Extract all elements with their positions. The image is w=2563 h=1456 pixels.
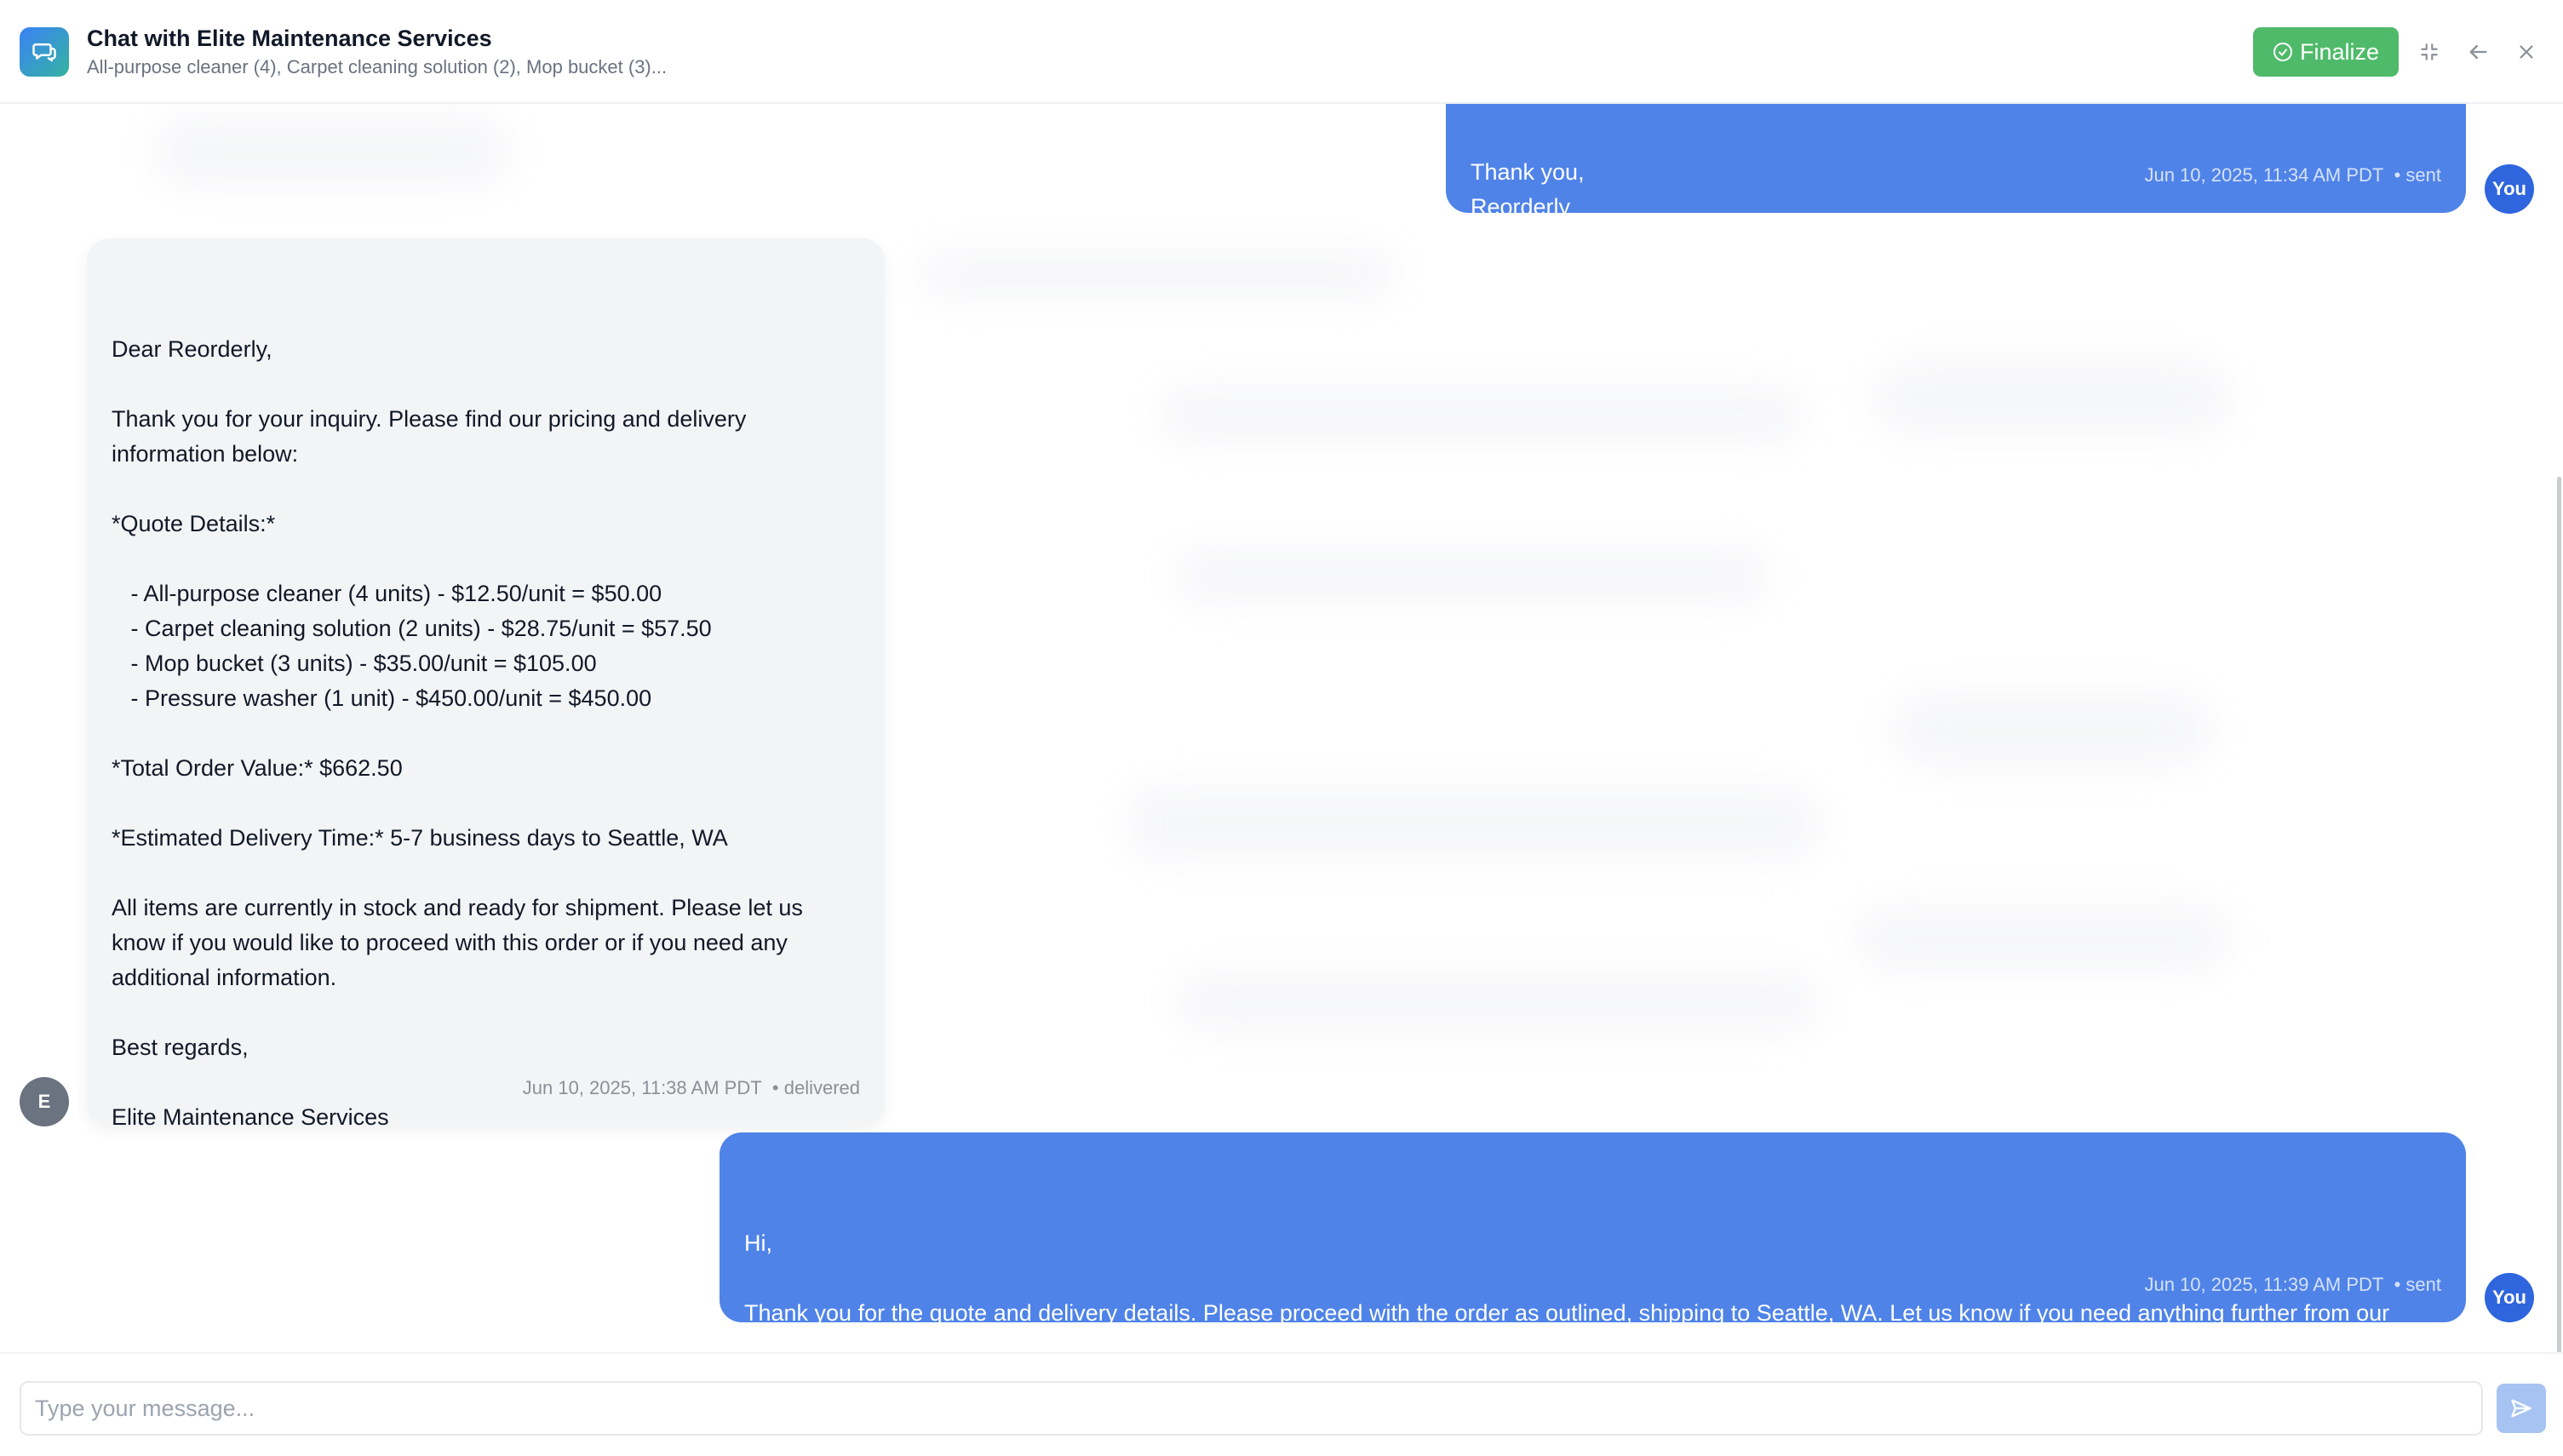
message-meta: Jun 10, 2025, 11:39 AM PDT • sent bbox=[2144, 1267, 2441, 1302]
finalize-label: Finalize bbox=[2299, 38, 2380, 65]
composer bbox=[0, 1352, 2563, 1456]
chat-header: Chat with Elite Maintenance Services All… bbox=[0, 0, 2563, 104]
message-status: • delivered bbox=[771, 1077, 860, 1098]
message-text: Dear Reorderly, Thank you for your inqui… bbox=[112, 336, 803, 1126]
message-meta: Jun 10, 2025, 11:34 AM PDT • sent bbox=[2144, 158, 2441, 192]
background-blur bbox=[1856, 904, 2231, 972]
close-icon[interactable] bbox=[2511, 37, 2542, 67]
scrollbar-thumb[interactable] bbox=[2557, 477, 2561, 1354]
message-list[interactable]: Thank you, Reorderly Jun 10, 2025, 11:34… bbox=[0, 104, 2563, 1352]
chat-subtitle: All-purpose cleaner (4), Carpet cleaning… bbox=[87, 56, 668, 77]
back-arrow-icon[interactable] bbox=[2463, 37, 2493, 67]
background-blur bbox=[1124, 785, 1822, 862]
avatar: You bbox=[2485, 1273, 2534, 1322]
background-blur bbox=[1890, 691, 2214, 768]
message-input[interactable] bbox=[20, 1381, 2483, 1436]
message-status: • sent bbox=[2394, 164, 2441, 186]
background-blur bbox=[1873, 359, 2231, 436]
message-status: • sent bbox=[2394, 1274, 2441, 1295]
background-blur bbox=[1158, 385, 1805, 444]
chat-window: Chat with Elite Maintenance Services All… bbox=[0, 0, 2563, 1456]
minimize-icon[interactable] bbox=[2414, 37, 2445, 67]
avatar: You bbox=[2485, 164, 2534, 214]
send-icon bbox=[2509, 1396, 2533, 1420]
background-blur bbox=[1175, 972, 1822, 1032]
message-timestamp: Jun 10, 2025, 11:34 AM PDT bbox=[2144, 164, 2384, 186]
check-circle-icon bbox=[2273, 42, 2293, 62]
message-bubble-received: Dear Reorderly, Thank you for your inqui… bbox=[87, 238, 885, 1126]
message-timestamp: Jun 10, 2025, 11:38 AM PDT bbox=[522, 1077, 762, 1098]
send-button[interactable] bbox=[2497, 1384, 2546, 1433]
background-blur bbox=[920, 249, 1396, 300]
message-bubble-sent: Hi, Thank you for the quote and delivery… bbox=[720, 1132, 2466, 1322]
background-blur bbox=[153, 112, 511, 189]
avatar: E bbox=[20, 1077, 69, 1126]
page-title: Chat with Elite Maintenance Services bbox=[87, 26, 492, 51]
message-timestamp: Jun 10, 2025, 11:39 AM PDT bbox=[2144, 1274, 2384, 1295]
message-meta: Jun 10, 2025, 11:38 AM PDT • delivered bbox=[523, 1070, 860, 1105]
chat-bubbles-icon bbox=[20, 27, 69, 77]
finalize-button[interactable]: Finalize bbox=[2253, 27, 2399, 77]
message-bubble-sent: Thank you, Reorderly Jun 10, 2025, 11:34… bbox=[1446, 104, 2466, 213]
background-blur bbox=[1175, 547, 1771, 606]
